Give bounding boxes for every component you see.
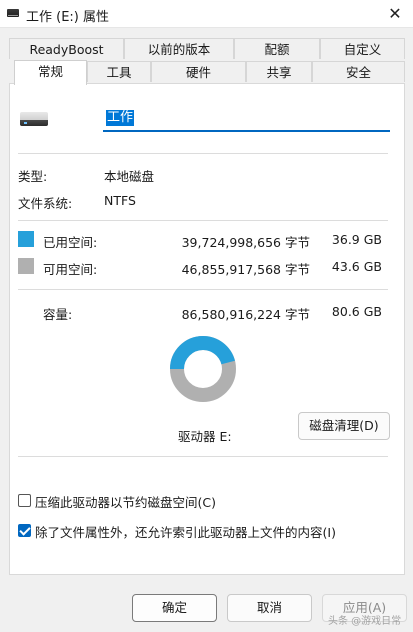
disk-cleanup-button[interactable]: 磁盘清理(D): [298, 412, 390, 440]
free-space-size: 43.6 GB: [331, 259, 382, 274]
tab-security[interactable]: 安全: [312, 61, 405, 82]
capacity-size: 80.6 GB: [331, 304, 382, 319]
tab-previous-versions[interactable]: 以前的版本: [124, 38, 234, 59]
cancel-button[interactable]: 取消: [227, 594, 312, 622]
compress-checkbox[interactable]: [18, 494, 31, 507]
used-space-label: 已用空间:: [43, 235, 98, 250]
free-space-swatch: [18, 258, 34, 274]
watermark: 头条 @游戏日常: [328, 616, 402, 627]
divider: [18, 153, 388, 154]
tab-hardware[interactable]: 硬件: [151, 61, 246, 82]
used-space-swatch: [18, 231, 34, 247]
filesystem-label: 文件系统:: [18, 196, 73, 211]
tab-tools[interactable]: 工具: [87, 61, 151, 82]
disk-usage-donut: [170, 336, 236, 402]
index-label[interactable]: 除了文件属性外，还允许索引此驱动器上文件的内容(I): [35, 522, 336, 541]
compress-label[interactable]: 压缩此驱动器以节约磁盘空间(C): [35, 492, 216, 511]
used-space-bytes: 39,724,998,656 字节: [181, 235, 310, 250]
tab-quota[interactable]: 配额: [234, 38, 320, 59]
capacity-label: 容量:: [43, 307, 73, 322]
drive-name-input[interactable]: 工作: [103, 106, 390, 132]
drive-name-text: 工作: [106, 110, 135, 126]
type-label: 类型:: [18, 169, 48, 184]
type-value: 本地磁盘: [104, 169, 155, 184]
filesystem-value: NTFS: [104, 193, 136, 208]
capacity-bytes: 86,580,916,224 字节: [181, 307, 310, 322]
ok-button[interactable]: 确定: [132, 594, 217, 622]
divider: [18, 220, 388, 221]
divider: [18, 289, 388, 290]
tab-general[interactable]: 常规: [14, 60, 87, 85]
tab-customize[interactable]: 自定义: [320, 38, 405, 59]
used-space-size: 36.9 GB: [331, 232, 382, 247]
drive-label: 驱动器 E:: [178, 429, 232, 444]
drive-icon: [7, 9, 19, 17]
free-space-bytes: 46,855,917,568 字节: [181, 262, 310, 277]
tab-readyboost[interactable]: ReadyBoost: [9, 38, 124, 59]
tab-sharing[interactable]: 共享: [246, 61, 312, 82]
close-icon[interactable]: ✕: [385, 4, 405, 24]
free-space-label: 可用空间:: [43, 262, 98, 277]
drive-icon: [20, 112, 48, 126]
index-checkbox[interactable]: [18, 524, 31, 537]
window-title: 工作 (E:) 属性: [26, 10, 110, 25]
title-bar: 工作 (E:) 属性 ✕: [0, 0, 413, 28]
divider: [18, 456, 388, 457]
